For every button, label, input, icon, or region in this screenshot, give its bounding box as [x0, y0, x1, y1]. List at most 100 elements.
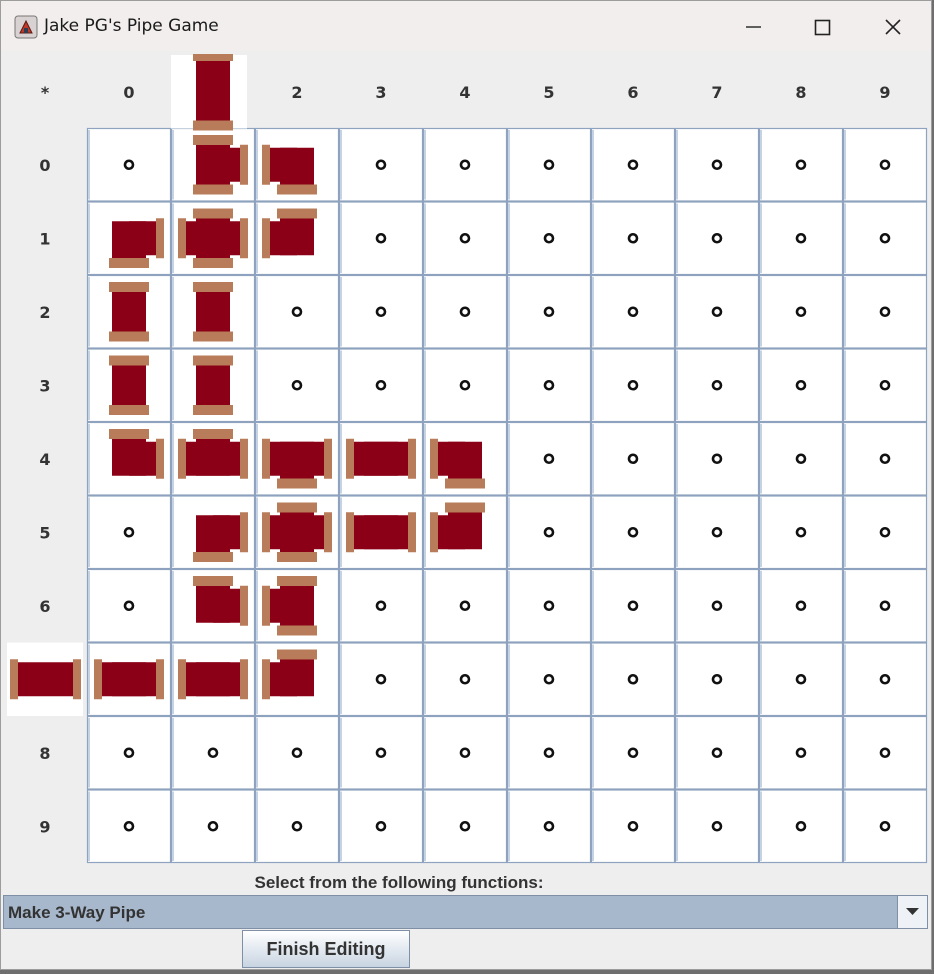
grid-cell[interactable] [506, 495, 592, 570]
grid-cell[interactable] [338, 421, 424, 496]
grid-cell[interactable] [170, 715, 256, 790]
grid-cell[interactable] [674, 274, 760, 349]
grid-cell[interactable] [86, 421, 172, 496]
grid-cell[interactable] [254, 274, 340, 349]
grid-cell[interactable] [842, 127, 928, 202]
grid-cell[interactable] [170, 201, 256, 276]
grid-cell[interactable] [590, 568, 676, 643]
grid-cell[interactable] [338, 568, 424, 643]
grid-cell[interactable] [422, 421, 508, 496]
grid-cell[interactable] [842, 568, 928, 643]
grid-cell[interactable] [254, 789, 340, 864]
grid-cell[interactable] [842, 348, 928, 423]
grid-cell[interactable] [674, 568, 760, 643]
grid-cell[interactable] [758, 642, 844, 717]
grid-cell[interactable] [758, 421, 844, 496]
grid-cell[interactable] [506, 421, 592, 496]
grid-cell[interactable] [506, 348, 592, 423]
grid-cell[interactable] [86, 568, 172, 643]
grid-cell[interactable] [758, 715, 844, 790]
grid-cell[interactable] [590, 274, 676, 349]
grid-cell[interactable] [674, 127, 760, 202]
grid-cell[interactable] [674, 789, 760, 864]
grid-cell[interactable] [842, 495, 928, 570]
grid-cell[interactable] [422, 642, 508, 717]
grid-cell[interactable] [170, 348, 256, 423]
grid-cell[interactable] [842, 201, 928, 276]
grid-cell[interactable] [758, 274, 844, 349]
grid-cell[interactable] [254, 642, 340, 717]
grid-cell[interactable] [506, 789, 592, 864]
grid-cell[interactable] [674, 715, 760, 790]
grid-cell[interactable] [590, 789, 676, 864]
grid-cell[interactable] [254, 715, 340, 790]
grid-cell[interactable] [590, 642, 676, 717]
grid-cell[interactable] [758, 201, 844, 276]
grid-cell[interactable] [254, 421, 340, 496]
grid-cell[interactable] [170, 127, 256, 202]
grid-cell[interactable] [338, 789, 424, 864]
grid-cell[interactable] [338, 127, 424, 202]
grid-cell[interactable] [422, 201, 508, 276]
grid-cell[interactable] [422, 348, 508, 423]
grid-cell[interactable] [758, 495, 844, 570]
grid-cell[interactable] [590, 201, 676, 276]
dropdown-button[interactable] [897, 896, 927, 928]
grid-cell[interactable] [422, 274, 508, 349]
grid-cell[interactable] [254, 495, 340, 570]
grid-cell[interactable] [506, 201, 592, 276]
grid-cell[interactable] [170, 495, 256, 570]
grid-cell[interactable] [590, 348, 676, 423]
grid-cell[interactable] [86, 201, 172, 276]
grid-cell[interactable] [506, 715, 592, 790]
grid-cell[interactable] [842, 715, 928, 790]
grid-cell[interactable] [842, 274, 928, 349]
grid-cell[interactable] [758, 789, 844, 864]
grid-cell[interactable] [674, 495, 760, 570]
grid-cell[interactable] [590, 127, 676, 202]
grid-cell[interactable] [422, 127, 508, 202]
grid-cell[interactable] [422, 789, 508, 864]
grid-cell[interactable] [506, 274, 592, 349]
grid-cell[interactable] [338, 495, 424, 570]
grid-cell[interactable] [674, 421, 760, 496]
grid-cell[interactable] [254, 201, 340, 276]
grid-cell[interactable] [422, 495, 508, 570]
grid-cell[interactable] [170, 421, 256, 496]
grid-cell[interactable] [254, 127, 340, 202]
grid-cell[interactable] [758, 568, 844, 643]
grid-cell[interactable] [674, 348, 760, 423]
grid-cell[interactable] [86, 274, 172, 349]
grid-cell[interactable] [86, 127, 172, 202]
grid-cell[interactable] [674, 642, 760, 717]
grid-cell[interactable] [758, 127, 844, 202]
grid-cell[interactable] [842, 421, 928, 496]
grid-cell[interactable] [254, 348, 340, 423]
grid-cell[interactable] [170, 789, 256, 864]
grid-cell[interactable] [506, 642, 592, 717]
function-select[interactable]: Make 3-Way Pipe [3, 895, 928, 929]
grid-cell[interactable] [338, 642, 424, 717]
grid-cell[interactable] [338, 348, 424, 423]
grid-cell[interactable] [338, 201, 424, 276]
grid-cell[interactable] [170, 568, 256, 643]
grid-cell[interactable] [590, 715, 676, 790]
grid-cell[interactable] [338, 274, 424, 349]
grid-cell[interactable] [506, 127, 592, 202]
grid-cell[interactable] [842, 789, 928, 864]
grid-cell[interactable] [170, 642, 256, 717]
grid-cell[interactable] [86, 495, 172, 570]
grid-cell[interactable] [842, 642, 928, 717]
grid-cell[interactable] [422, 568, 508, 643]
grid-cell[interactable] [86, 715, 172, 790]
grid-cell[interactable] [674, 201, 760, 276]
grid-cell[interactable] [338, 715, 424, 790]
grid-cell[interactable] [422, 715, 508, 790]
finish-editing-button[interactable]: Finish Editing [242, 930, 410, 968]
grid-cell[interactable] [86, 789, 172, 864]
grid-cell[interactable] [758, 348, 844, 423]
grid-cell[interactable] [170, 274, 256, 349]
grid-cell[interactable] [590, 495, 676, 570]
grid-cell[interactable] [86, 348, 172, 423]
grid-cell[interactable] [506, 568, 592, 643]
